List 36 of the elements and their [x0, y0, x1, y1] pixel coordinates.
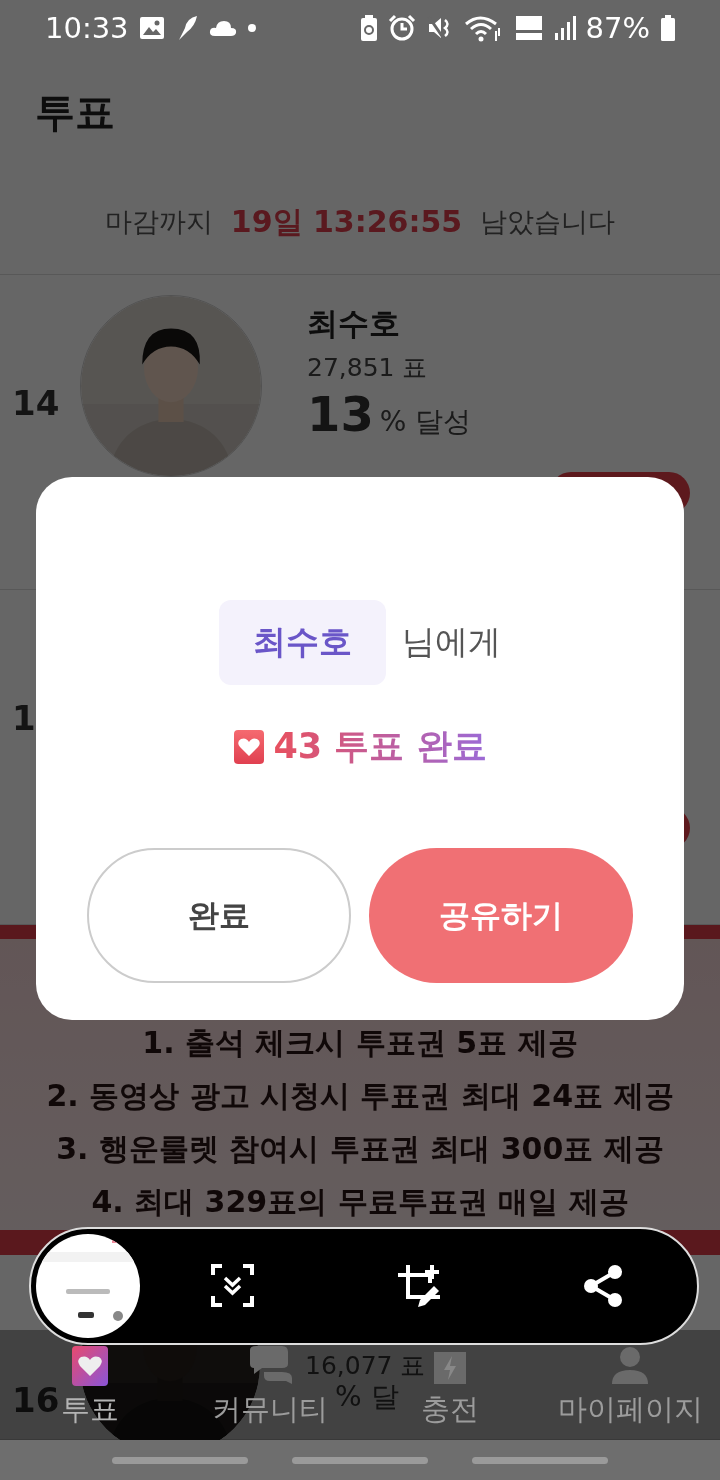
- countdown-label: 마감까지: [104, 205, 213, 239]
- vote-count: 27,851 표: [307, 352, 429, 384]
- promo-text: 2. 동영상 광고 시청시 투표권 최대 24표 제공: [46, 1077, 674, 1114]
- promo-text: 3. 행운룰렛 참여시 투표권 최대 300표 제공: [56, 1130, 664, 1167]
- promo-text: 1. 출석 체크시 투표권 5표 제공: [142, 1024, 578, 1061]
- alarm-icon: [387, 13, 416, 42]
- gesture-handle[interactable]: [472, 1456, 608, 1464]
- share-button[interactable]: 공유하기: [369, 848, 633, 983]
- clock: 10:33: [45, 10, 129, 45]
- countdown-label: 남았습니다: [480, 205, 616, 239]
- battery-icon: [660, 13, 676, 42]
- nav-tab[interactable]: 커뮤니티: [212, 1390, 328, 1430]
- nav-tab[interactable]: 투표: [61, 1390, 119, 1430]
- candidate-name: 최수호: [307, 304, 401, 343]
- gesture-handle[interactable]: [112, 1456, 248, 1464]
- cloud-icon: [208, 18, 237, 37]
- battery-level: 87%: [585, 10, 650, 45]
- recipient-label: 님에게: [402, 621, 501, 663]
- scroll-capture-icon[interactable]: [209, 1263, 256, 1309]
- nav-tab[interactable]: 마이페이지: [557, 1390, 703, 1430]
- promo-text: 4. 최대 329표의 무료투표권 매일 제공: [91, 1183, 629, 1220]
- rank-number: 1: [11, 698, 37, 738]
- nav-tab[interactable]: 충전: [421, 1390, 479, 1430]
- rank-number: 14: [11, 383, 61, 423]
- signal-icon: [553, 14, 576, 41]
- recipient-name: 최수호: [219, 600, 386, 685]
- gesture-handle[interactable]: [292, 1456, 428, 1464]
- countdown-time: 19일 13:26:55: [230, 202, 463, 241]
- crop-edit-icon[interactable]: [395, 1263, 442, 1309]
- image-icon: [138, 15, 165, 40]
- done-button[interactable]: 완료: [87, 848, 351, 983]
- percent-value: 13: [307, 386, 374, 442]
- dot-icon: [246, 22, 257, 33]
- battery-saver-icon: [359, 13, 378, 42]
- page-title: 투표: [35, 88, 115, 137]
- percent-label: % 달성: [379, 404, 472, 440]
